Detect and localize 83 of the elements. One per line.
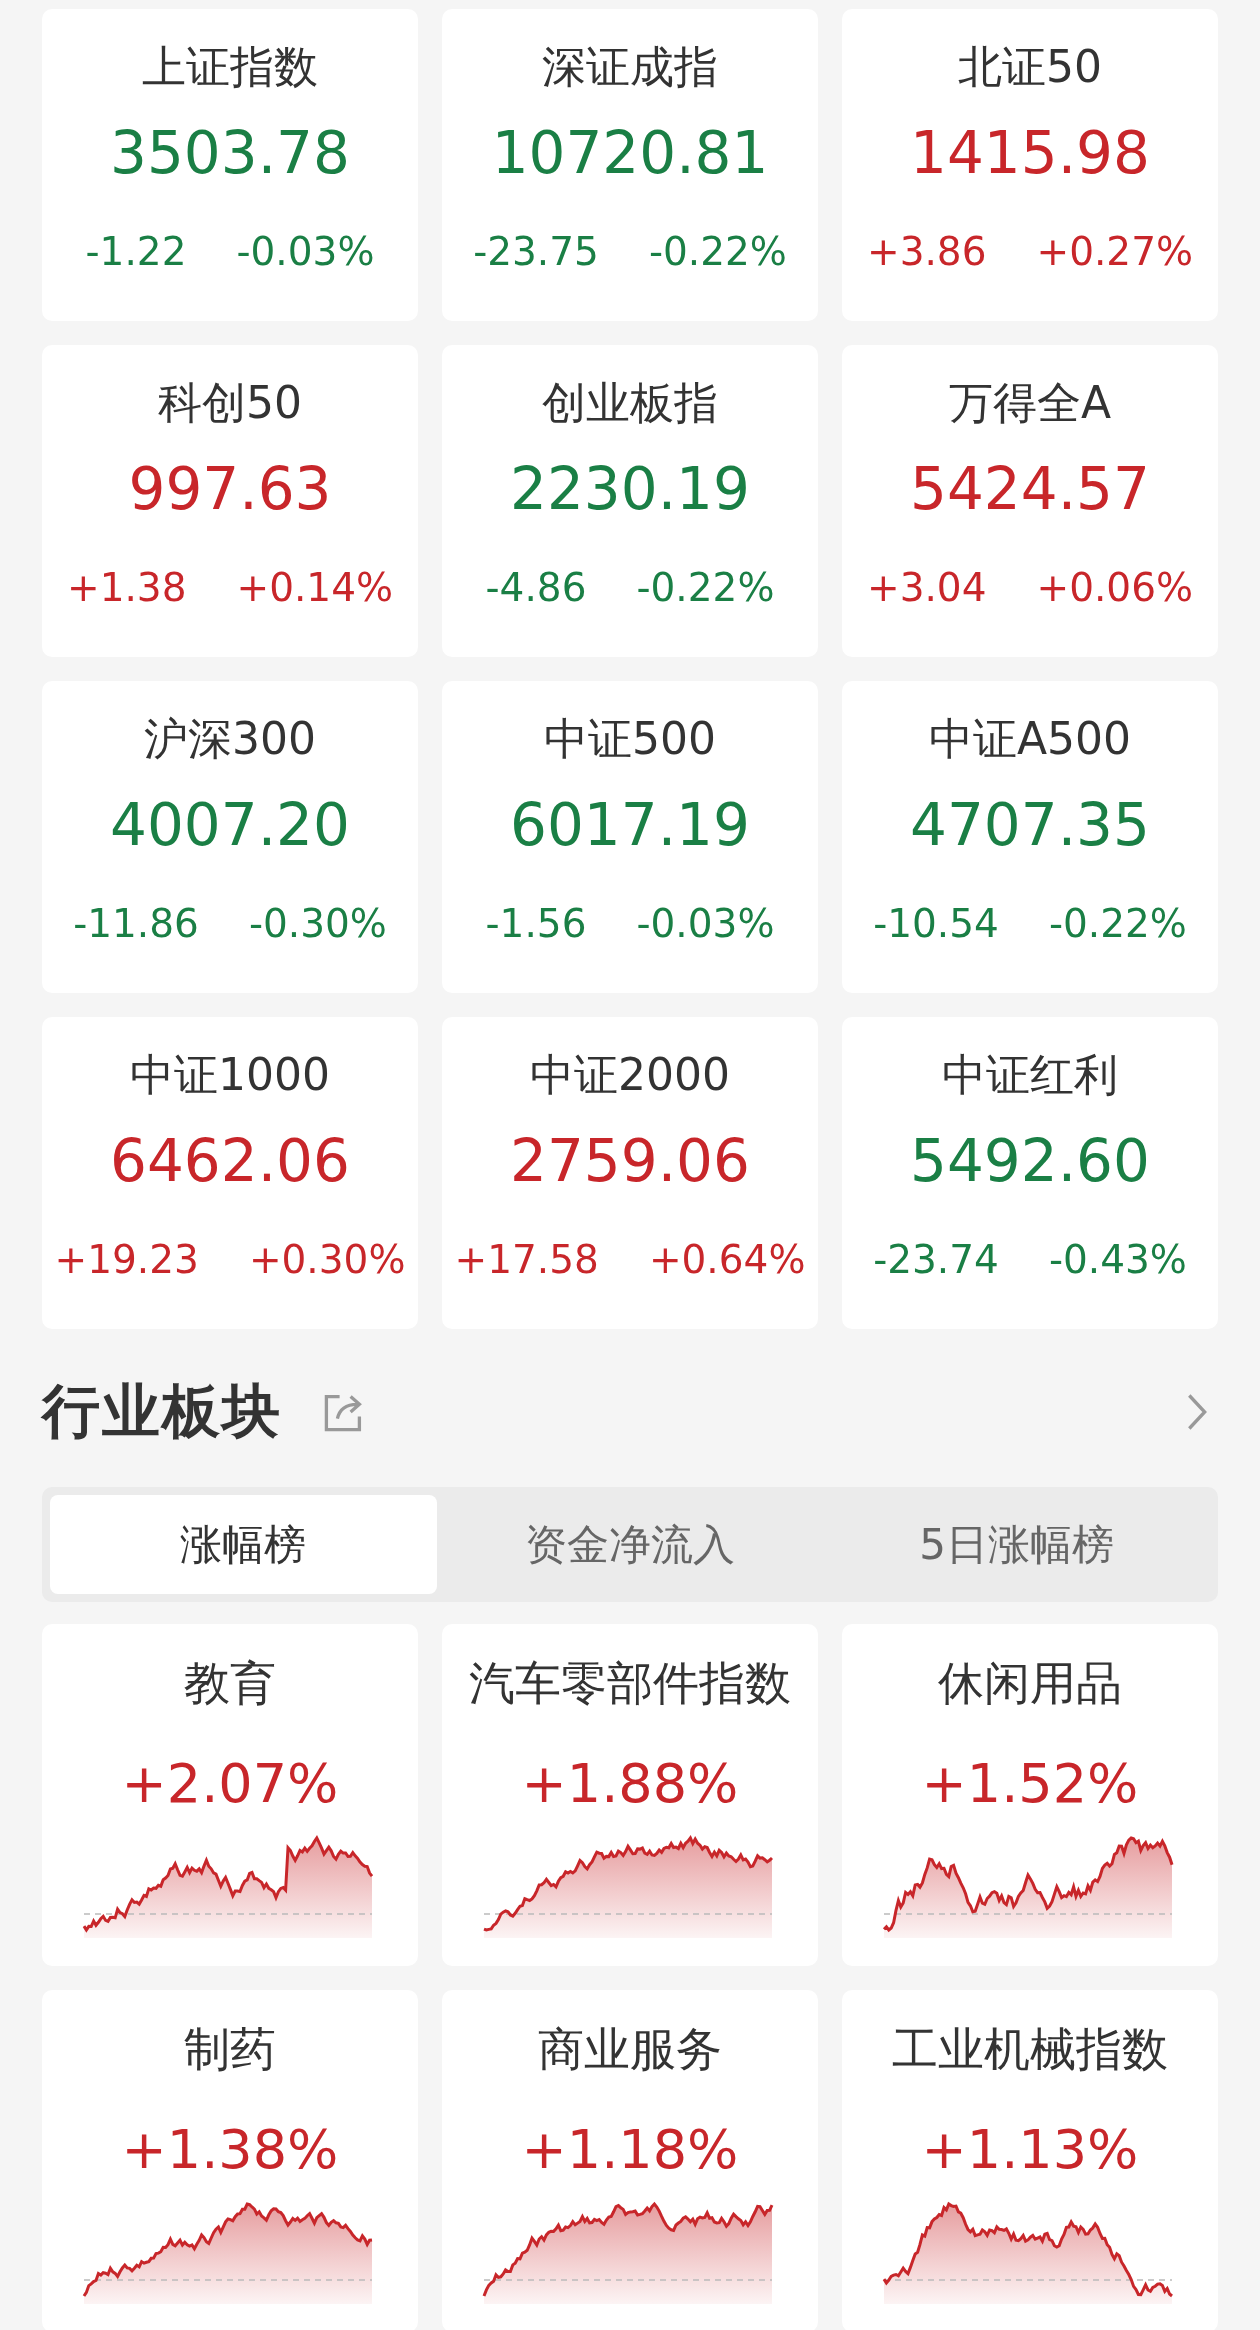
tab[interactable]: 涨幅榜 (50, 1495, 437, 1594)
sector-card[interactable]: 商业服务 +1.18% (442, 1990, 818, 2330)
tab[interactable]: 5日涨幅榜 (823, 1495, 1210, 1594)
index-percent: -0.03% (636, 901, 775, 946)
sector-percent: +1.38% (121, 2117, 339, 2183)
index-value: 997.63 (128, 454, 332, 525)
index-change: +17.58 (454, 1237, 599, 1282)
tab[interactable]: 资金净流入 (436, 1495, 824, 1594)
index-value: 1415.98 (910, 118, 1150, 189)
index-name: 万得全A (948, 376, 1112, 430)
sector-card[interactable]: 工业机械指数 +1.13% (842, 1990, 1218, 2330)
index-percent: +0.64% (648, 1237, 806, 1282)
index-value: 4707.35 (910, 790, 1150, 861)
index-card[interactable]: 中证A500 4707.35 -10.54 -0.22% (842, 681, 1218, 993)
index-value: 3503.78 (110, 118, 350, 189)
index-card[interactable]: 深证成指 10720.81 -23.75 -0.22% (442, 9, 818, 321)
index-card[interactable]: 上证指数 3503.78 -1.22 -0.03% (42, 9, 418, 321)
sector-name: 汽车零部件指数 (469, 1655, 791, 1712)
sector-name: 休闲用品 (938, 1655, 1122, 1712)
index-card[interactable]: 北证50 1415.98 +3.86 +0.27% (842, 9, 1218, 321)
sector-percent: +1.18% (521, 2117, 739, 2183)
sector-name: 教育 (184, 1655, 276, 1712)
index-percent: +0.14% (236, 565, 394, 610)
index-card[interactable]: 沪深300 4007.20 -11.86 -0.30% (42, 681, 418, 993)
index-change: +3.04 (866, 565, 987, 610)
index-name: 中证500 (544, 712, 716, 766)
sector-percent: +1.88% (521, 1751, 739, 1817)
index-percent: -0.43% (1048, 1237, 1187, 1282)
sector-card[interactable]: 教育 +2.07% (42, 1624, 418, 1966)
index-change: +19.23 (54, 1237, 199, 1282)
index-value: 6462.06 (110, 1126, 350, 1197)
index-change: -4.86 (485, 565, 587, 610)
index-percent: +0.06% (1036, 565, 1194, 610)
index-percent: +0.30% (248, 1237, 406, 1282)
index-name: 中证1000 (130, 1048, 330, 1102)
index-change: -10.54 (873, 901, 999, 946)
index-value: 5492.60 (910, 1126, 1150, 1197)
index-name: 中证红利 (942, 1048, 1118, 1102)
index-card[interactable]: 中证1000 6462.06 +19.23 +0.30% (42, 1017, 418, 1329)
sector-card[interactable]: 汽车零部件指数 +1.88% (442, 1624, 818, 1966)
sector-name: 制药 (184, 2021, 276, 2078)
sector-percent: +1.52% (921, 1751, 1139, 1817)
index-change: +3.86 (866, 229, 987, 274)
sector-name: 商业服务 (538, 2021, 722, 2078)
sector-percent: +1.13% (921, 2117, 1139, 2183)
index-percent: -0.22% (636, 565, 775, 610)
sector-card[interactable]: 制药 +1.38% (42, 1990, 418, 2330)
index-change: -23.74 (873, 1237, 999, 1282)
chevron-right-icon[interactable] (1186, 1392, 1208, 1432)
index-value: 2230.19 (510, 454, 750, 525)
index-value: 2759.06 (510, 1126, 750, 1197)
index-value: 10720.81 (491, 118, 769, 189)
index-percent: -0.22% (648, 229, 787, 274)
index-percent: -0.03% (236, 229, 375, 274)
index-change: -11.86 (73, 901, 199, 946)
sector-name: 工业机械指数 (892, 2021, 1168, 2078)
index-percent: -0.22% (1048, 901, 1187, 946)
index-card[interactable]: 中证2000 2759.06 +17.58 +0.64% (442, 1017, 818, 1329)
index-card[interactable]: 中证红利 5492.60 -23.74 -0.43% (842, 1017, 1218, 1329)
index-name: 沪深300 (144, 712, 316, 766)
section-title: 行业板块 (42, 1376, 282, 1447)
index-name: 中证2000 (530, 1048, 730, 1102)
index-change: -23.75 (473, 229, 599, 274)
index-card[interactable]: 创业板指 2230.19 -4.86 -0.22% (442, 345, 818, 657)
index-value: 4007.20 (110, 790, 350, 861)
index-percent: +0.27% (1036, 229, 1194, 274)
index-value: 5424.57 (910, 454, 1150, 525)
index-name: 创业板指 (542, 376, 718, 430)
index-change: +1.38 (66, 565, 187, 610)
index-card[interactable]: 科创50 997.63 +1.38 +0.14% (42, 345, 418, 657)
index-name: 科创50 (158, 376, 302, 430)
index-percent: -0.30% (248, 901, 387, 946)
index-card[interactable]: 万得全A 5424.57 +3.04 +0.06% (842, 345, 1218, 657)
index-value: 6017.19 (510, 790, 750, 861)
index-change: -1.22 (85, 229, 187, 274)
index-name: 深证成指 (542, 40, 718, 94)
index-card[interactable]: 中证500 6017.19 -1.56 -0.03% (442, 681, 818, 993)
index-change: -1.56 (485, 901, 587, 946)
sector-card[interactable]: 休闲用品 +1.52% (842, 1624, 1218, 1966)
index-name: 北证50 (958, 40, 1102, 94)
index-name: 中证A500 (928, 712, 1132, 766)
index-name: 上证指数 (142, 40, 318, 94)
sector-percent: +2.07% (121, 1751, 339, 1817)
